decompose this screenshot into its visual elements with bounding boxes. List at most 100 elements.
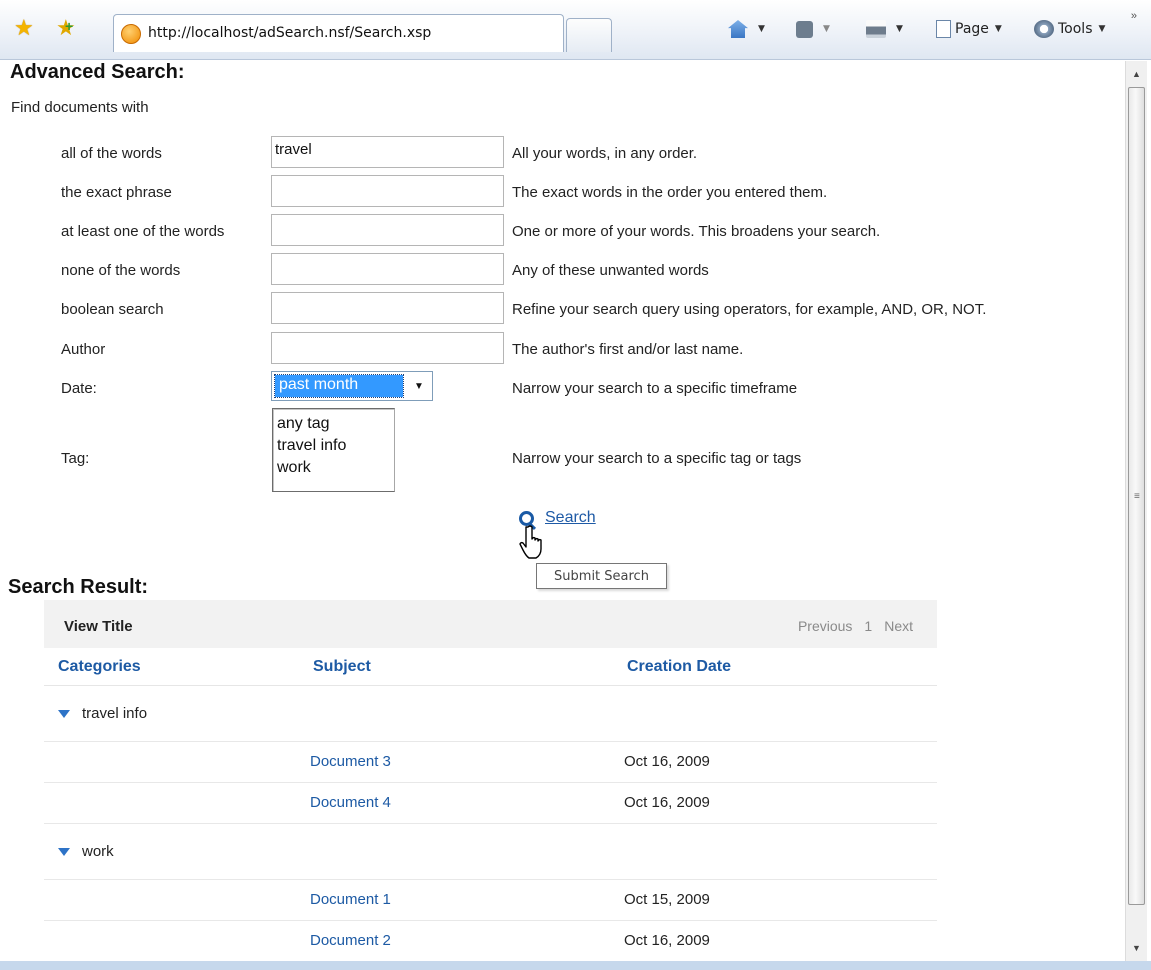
tag-listbox[interactable]: any tag travel info work: [272, 408, 395, 492]
pager-page-number[interactable]: 1: [864, 618, 872, 634]
toolbar-overflow-chevron-icon[interactable]: »: [1131, 10, 1137, 22]
creation-date: Oct 16, 2009: [624, 794, 710, 811]
tools-gear-icon: [1034, 20, 1054, 38]
favorites-star-icon[interactable]: ★: [14, 17, 34, 39]
field-hint: The exact words in the order you entered…: [512, 184, 828, 201]
collapse-triangle-icon[interactable]: [58, 847, 70, 856]
results-view: View Title Previous 1 Next Categories Su…: [44, 600, 937, 961]
category-label: travel info: [82, 705, 148, 722]
tag-option[interactable]: travel info: [277, 435, 394, 457]
field-exact-phrase: the exact phrase The exact words in the …: [0, 175, 1124, 209]
find-documents-intro: Find documents with: [11, 99, 149, 116]
view-title: View Title: [64, 618, 133, 635]
feeds-icon: [796, 20, 813, 38]
author-input[interactable]: [271, 332, 504, 364]
field-label: at least one of the words: [61, 223, 225, 240]
scroll-up-arrow-icon[interactable]: ▲: [1126, 63, 1147, 85]
browser-tab-active[interactable]: http://localhost/adSearch.nsf/Search.xsp: [113, 14, 564, 52]
scrollbar-thumb[interactable]: ≡: [1128, 87, 1145, 905]
none-words-input[interactable]: [271, 253, 504, 285]
search-result-heading: Search Result:: [8, 576, 149, 598]
feeds-button[interactable]: ▼: [796, 18, 830, 40]
field-none-words: none of the words Any of these unwanted …: [0, 253, 1124, 287]
category-row[interactable]: travel info: [44, 686, 937, 742]
column-header-categories[interactable]: Categories: [58, 658, 141, 676]
add-favorites-icon[interactable]: ★ +: [56, 17, 76, 39]
document-link[interactable]: Document 3: [310, 753, 391, 770]
tools-menu[interactable]: Tools ▼: [1034, 18, 1105, 40]
tag-option[interactable]: any tag: [277, 413, 394, 435]
view-header: View Title Previous 1 Next: [44, 600, 937, 648]
table-row: Document 1 Oct 15, 2009: [44, 880, 937, 921]
field-any-words: at least one of the words One or more of…: [0, 214, 1124, 248]
browser-toolbar: ★ ★ + http://localhost/adSearch.nsf/Searc…: [0, 0, 1151, 60]
field-label: Author: [61, 341, 106, 358]
field-author: Author The author's first and/or last na…: [0, 332, 1124, 366]
any-words-input[interactable]: [271, 214, 504, 246]
page-favicon: [121, 24, 141, 44]
advanced-search-heading: Advanced Search:: [10, 61, 185, 83]
document-link[interactable]: Document 1: [310, 891, 391, 908]
date-selected-value: past month: [274, 374, 404, 398]
creation-date: Oct 16, 2009: [624, 753, 710, 770]
page-icon: [936, 20, 951, 38]
page-menu-label: Page: [955, 21, 989, 37]
scroll-down-arrow-icon[interactable]: ▼: [1126, 937, 1147, 959]
field-label: all of the words: [61, 145, 162, 162]
field-date: Date: past month ▼ Narrow your search to…: [0, 371, 1124, 405]
hand-cursor-icon: [519, 525, 542, 559]
category-label: work: [82, 843, 114, 860]
boolean-search-input[interactable]: [271, 292, 504, 324]
category-row[interactable]: work: [44, 824, 937, 880]
chevron-down-icon[interactable]: ▼: [407, 373, 431, 399]
print-icon: [866, 20, 886, 38]
pager-next[interactable]: Next: [884, 618, 913, 634]
page-content: Advanced Search: Find documents with all…: [0, 61, 1124, 961]
field-hint: Narrow your search to a specific timefra…: [512, 380, 798, 397]
creation-date: Oct 16, 2009: [624, 932, 710, 949]
field-boolean: boolean search Refine your search query …: [0, 292, 1124, 326]
table-row: Document 4 Oct 16, 2009: [44, 783, 937, 824]
vertical-scrollbar[interactable]: ▲ ≡ ▼: [1125, 61, 1147, 961]
search-icon: [519, 510, 534, 526]
field-hint: Any of these unwanted words: [512, 262, 709, 279]
pager: Previous 1 Next: [798, 618, 913, 634]
print-button[interactable]: ▼: [866, 18, 903, 40]
field-label: Tag:: [61, 450, 90, 467]
column-header-subject[interactable]: Subject: [313, 658, 371, 676]
home-button[interactable]: ▼: [728, 18, 765, 40]
scroll-grip-icon: ≡: [1134, 491, 1140, 502]
field-label: the exact phrase: [61, 184, 172, 201]
document-link[interactable]: Document 4: [310, 794, 391, 811]
search-link-label: Search: [545, 509, 596, 526]
new-tab-button[interactable]: [566, 18, 612, 52]
creation-date: Oct 15, 2009: [624, 891, 710, 908]
field-hint: The author's first and/or last name.: [512, 341, 744, 358]
submit-search-tooltip: Submit Search: [536, 563, 667, 589]
pager-previous[interactable]: Previous: [798, 618, 852, 634]
field-label: none of the words: [61, 262, 181, 279]
field-all-words: all of the words travel All your words, …: [0, 136, 1124, 170]
all-words-input[interactable]: travel: [271, 136, 504, 168]
column-headers: Categories Subject Creation Date: [44, 648, 937, 686]
table-row: Document 3 Oct 16, 2009: [44, 742, 937, 783]
collapse-triangle-icon[interactable]: [58, 709, 70, 718]
field-label: boolean search: [61, 301, 164, 318]
document-link[interactable]: Document 2: [310, 932, 391, 949]
address-url[interactable]: http://localhost/adSearch.nsf/Search.xsp: [148, 25, 431, 41]
tag-option[interactable]: work: [277, 457, 394, 479]
tools-menu-label: Tools: [1058, 21, 1093, 37]
status-strip: [0, 961, 1151, 970]
date-select[interactable]: past month ▼: [271, 371, 433, 401]
table-row: Document 2 Oct 16, 2009: [44, 921, 937, 961]
field-label: Date:: [61, 380, 97, 397]
home-icon: [728, 20, 748, 38]
field-tag: Tag: Narrow your search to a specific ta…: [0, 441, 1124, 475]
exact-phrase-input[interactable]: [271, 175, 504, 207]
page-menu[interactable]: Page ▼: [936, 18, 1002, 40]
field-hint: Refine your search query using operators…: [512, 301, 987, 318]
column-header-creation-date[interactable]: Creation Date: [627, 658, 731, 676]
field-hint: Narrow your search to a specific tag or …: [512, 450, 802, 467]
field-hint: All your words, in any order.: [512, 145, 698, 162]
field-hint: One or more of your words. This broadens…: [512, 223, 881, 240]
